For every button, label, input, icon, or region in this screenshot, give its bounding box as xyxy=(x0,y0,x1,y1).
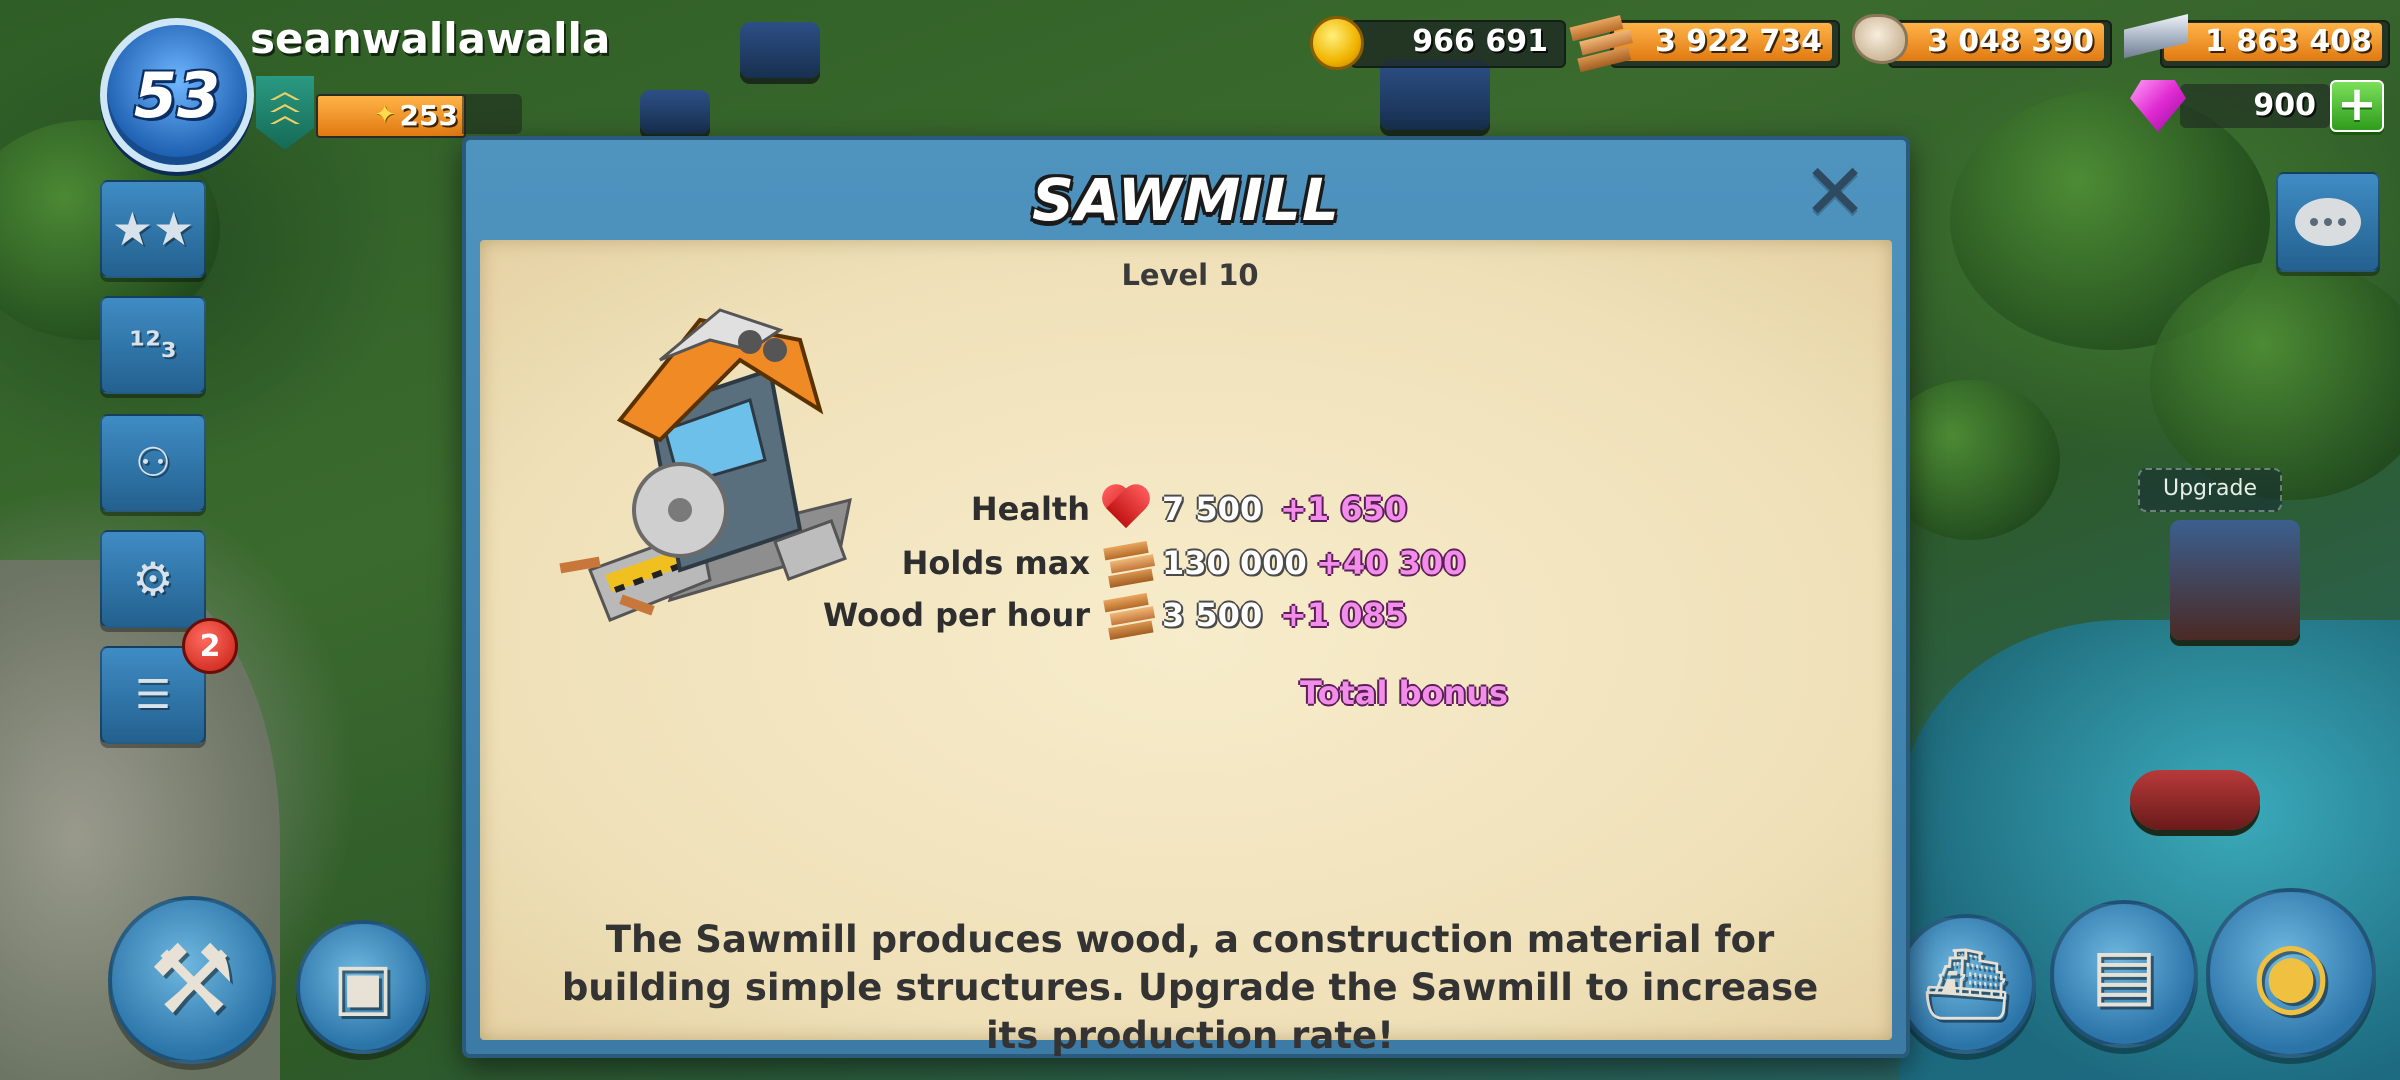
stone-counter[interactable]: 3 048 390 xyxy=(1852,14,2112,68)
stat-bonus: +1 650 xyxy=(1280,490,1408,528)
gold-counter[interactable]: 966 691 xyxy=(1310,16,1566,70)
achievements-button[interactable]: ★★ xyxy=(100,180,206,278)
chat-bubble-icon xyxy=(2295,198,2361,246)
wood-counter[interactable]: 3 922 734 xyxy=(1568,7,1840,77)
building-hut[interactable] xyxy=(740,22,820,78)
rank-bar-tail xyxy=(462,94,522,134)
leaderboard-button[interactable]: ¹²₃ xyxy=(100,296,206,394)
building-description: The Sawmill produces wood, a constructio… xyxy=(561,918,1819,1057)
boat[interactable] xyxy=(2130,770,2260,830)
newspaper-icon: ☰ xyxy=(135,672,171,718)
stat-row-health: Health 7 500 +1 650 xyxy=(920,484,1440,534)
rank-chevron xyxy=(270,104,300,112)
building-info-dialog: SAWMILL ✕ Level 10 Health 7 500 +1 650 H… xyxy=(462,136,1910,1058)
building-level: Level 10 xyxy=(1121,258,1259,292)
iron-counter[interactable]: 1 863 408 xyxy=(2124,14,2390,68)
chat-button[interactable] xyxy=(2276,172,2380,272)
ship-button[interactable]: ⛴ xyxy=(1896,914,2036,1054)
boathouse-building[interactable] xyxy=(2170,520,2300,640)
stat-row-holds-max: Holds max 130 000 +40 300 xyxy=(902,533,1480,591)
ship-icon: ⛴ xyxy=(1921,942,2011,1025)
heart-icon xyxy=(1102,486,1156,534)
rank-chevron xyxy=(270,116,300,124)
stat-row-wood-per-hour: Wood per hour 3 500 +1 085 xyxy=(823,585,1440,643)
diamond-amount: 900 xyxy=(2253,88,2316,123)
stat-value: 130 000 xyxy=(1162,544,1307,582)
gold-coin-icon xyxy=(1310,16,1364,70)
stone-icon xyxy=(1852,14,1908,64)
rank-chevron xyxy=(270,92,300,100)
map-icon: ▤ xyxy=(2090,933,2158,1015)
buy-diamonds-button[interactable]: + xyxy=(2330,80,2384,132)
plus-icon: + xyxy=(2336,76,2378,132)
stat-bonus: +40 300 xyxy=(1316,544,1466,582)
rank-points: 253 xyxy=(399,99,458,132)
total-bonus-link[interactable]: Total bonus xyxy=(1300,674,1508,712)
notification-badge: 2 xyxy=(182,618,238,674)
dialog-title: SAWMILL xyxy=(1032,166,1340,234)
compass-icon: ◉ xyxy=(2251,920,2331,1026)
gold-amount: 966 691 xyxy=(1412,24,1548,59)
people-group-icon: ⚇ xyxy=(135,440,171,486)
stat-value: 3 500 xyxy=(1162,596,1263,634)
dialog-paper-panel: Level 10 Health 7 500 +1 650 Holds max 1… xyxy=(480,240,1892,1057)
player-level-badge[interactable]: 53 xyxy=(100,18,254,172)
settings-button[interactable]: ⚙ xyxy=(100,530,206,628)
iron-amount: 1 863 408 xyxy=(2204,24,2372,59)
stat-label: Wood per hour xyxy=(822,596,1090,634)
build-button[interactable]: ⚒ xyxy=(108,896,276,1064)
rank-progress-bar[interactable]: ✦ 253 xyxy=(316,94,466,138)
wood-amount: 3 922 734 xyxy=(1654,24,1822,59)
treasure-chest-icon: ▣ xyxy=(332,950,394,1024)
player-level: 53 xyxy=(133,58,221,132)
stat-label: Holds max xyxy=(901,544,1090,582)
treasure-chest-button[interactable]: ▣ xyxy=(296,920,430,1054)
wood-icon xyxy=(1100,585,1162,643)
ranking-podium-icon: ¹²₃ xyxy=(129,324,177,366)
stars-icon: ★★ xyxy=(111,202,195,256)
close-icon: ✕ xyxy=(1802,148,1868,238)
hammer-icon: ⚒ xyxy=(148,924,236,1036)
close-button[interactable]: ✕ xyxy=(1800,154,1870,232)
stat-label: Health xyxy=(970,490,1090,528)
gear-icon: ⚙ xyxy=(132,552,174,606)
task-force-button[interactable]: ⚇ xyxy=(100,414,206,512)
player-name: seanwallawalla xyxy=(250,14,611,63)
notification-count: 2 xyxy=(199,628,221,664)
medal-icon: ✦ xyxy=(374,100,396,130)
wood-icon xyxy=(1100,533,1162,591)
map-button[interactable]: ▤ xyxy=(2050,900,2198,1048)
stat-bonus: +1 085 xyxy=(1280,596,1408,634)
building-hut[interactable] xyxy=(640,90,710,134)
stat-value: 7 500 xyxy=(1162,490,1263,528)
upgrade-tag[interactable]: Upgrade xyxy=(2138,468,2282,512)
stone-amount: 3 048 390 xyxy=(1926,24,2094,59)
building-hut[interactable] xyxy=(1380,60,1490,130)
attack-compass-button[interactable]: ◉ xyxy=(2206,888,2376,1058)
